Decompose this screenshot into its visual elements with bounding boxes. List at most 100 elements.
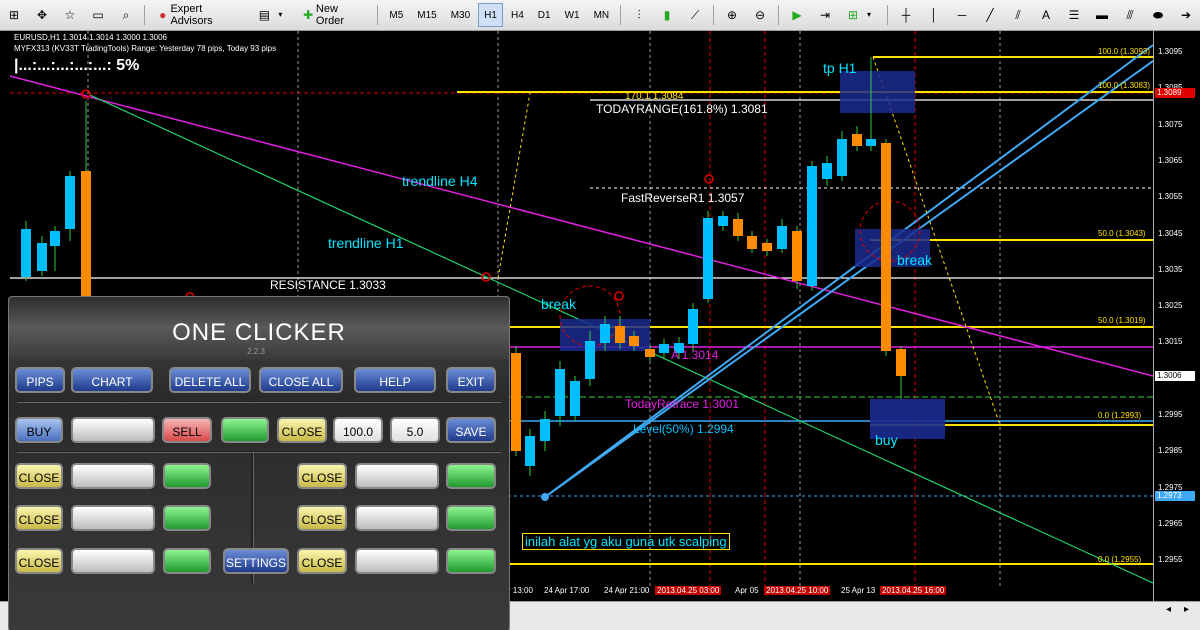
time-tick-label: 25 Apr 13 xyxy=(841,586,876,595)
one-clicker-title: ONE CLICKER xyxy=(172,319,346,346)
exit-button[interactable]: EXIT xyxy=(446,367,496,393)
new-chart-icon: ⊞ xyxy=(8,8,20,22)
timeframe-w1-button[interactable]: W1 xyxy=(559,3,586,27)
new-order-button[interactable]: ✚ New Order xyxy=(295,3,372,27)
chart-shift-button[interactable]: ⇥ xyxy=(812,3,838,27)
price-tick-label: 1.3065 xyxy=(1158,155,1183,165)
line-chart-button[interactable]: ⟋ xyxy=(682,3,708,27)
candle-body xyxy=(645,349,655,357)
anchor-point xyxy=(541,493,549,501)
timeframe-m5-button[interactable]: M5 xyxy=(383,3,409,27)
vertical-line-button[interactable]: │ xyxy=(921,3,947,27)
ellipse-button[interactable]: ⬬ xyxy=(1145,3,1171,27)
timeframe-mn-button[interactable]: MN xyxy=(588,3,616,27)
close-order-button-6[interactable]: CLOSE xyxy=(297,548,347,574)
expert-advisors-icon: ● xyxy=(159,8,167,22)
price-tick-label: 1.2995 xyxy=(1158,410,1183,419)
sell-button[interactable]: SELL xyxy=(162,417,212,443)
price-tick-label: 1.3015 xyxy=(1158,337,1183,347)
order-display-5 xyxy=(355,505,439,531)
timeframe-d1-button[interactable]: D1 xyxy=(532,3,557,27)
timeframe-h1-button[interactable]: H1 xyxy=(478,3,503,27)
candle-body xyxy=(881,143,891,351)
zone-box-top xyxy=(840,71,915,113)
todayretrace-label: TodayRetrace 1.3001 xyxy=(625,397,740,411)
order-display-2 xyxy=(71,505,155,531)
zoom-out-icon: ⊖ xyxy=(755,8,766,22)
candle-chart-button[interactable]: ▮ xyxy=(654,3,680,27)
time-tick-label: 2013.04.25 03:00 xyxy=(655,586,722,595)
buy-button[interactable]: BUY xyxy=(15,417,63,443)
fib-level-label: 100.0 (1.3093) xyxy=(1098,47,1151,56)
price-tag-red: 1.3089 xyxy=(1155,88,1195,98)
candle-body xyxy=(837,139,847,176)
timeframe-m15-button[interactable]: M15 xyxy=(411,3,442,27)
pips-button[interactable]: PIPS xyxy=(15,367,65,393)
candle-body xyxy=(570,381,580,416)
candle-body xyxy=(81,171,91,301)
text-button[interactable]: A xyxy=(1033,3,1059,27)
save-button[interactable]: SAVE xyxy=(446,417,496,443)
channel-button[interactable]: ⫽ xyxy=(1005,3,1031,27)
auto-scroll-button[interactable]: ▶ xyxy=(784,3,810,27)
delete-all-button[interactable]: DELETE ALL xyxy=(169,367,251,393)
pivot-label: A 1.3014 xyxy=(671,348,719,362)
close-order-button-1[interactable]: CLOSE xyxy=(15,463,63,489)
price-tick-label: 1.3025 xyxy=(1158,301,1183,311)
settings-button[interactable]: SETTINGS xyxy=(223,548,289,574)
close-order-button-2[interactable]: CLOSE xyxy=(15,505,63,531)
arrow-icon: ➔ xyxy=(1180,8,1192,22)
order-indicator-2 xyxy=(163,505,211,531)
candle-body xyxy=(733,219,743,236)
close-order-button-4[interactable]: CLOSE xyxy=(297,463,347,489)
chart-header-symbol: EURUSD,H1 1.3014 1.3014 1.3000 1.3006 xyxy=(14,33,167,42)
price-tick-label: 1.3045 xyxy=(1158,228,1183,238)
candle-body xyxy=(525,436,535,466)
price-tick-label: 1.3075 xyxy=(1158,119,1183,129)
fractal-marker xyxy=(614,291,624,301)
one-clicker-version: 2.2.3 xyxy=(247,347,265,356)
horizontal-line-button[interactable]: ─ xyxy=(949,3,975,27)
market-watch-button[interactable]: ☆ xyxy=(57,3,83,27)
order-display-6 xyxy=(355,548,439,574)
close-order-button-5[interactable]: CLOSE xyxy=(297,505,347,531)
trendline-button[interactable]: ╱ xyxy=(977,3,1003,27)
data-window-button[interactable]: ⌕ xyxy=(113,3,139,27)
fibonacci-button[interactable]: ☰ xyxy=(1061,3,1087,27)
help-button[interactable]: HELP xyxy=(354,367,436,393)
zoom-in-icon: ⊕ xyxy=(727,8,738,22)
lines-button[interactable]: ⫻ xyxy=(1117,3,1143,27)
close-button-main[interactable]: CLOSE xyxy=(277,417,327,443)
rectangle-button[interactable]: ▬ xyxy=(1089,3,1115,27)
trendline-h4-label: trendline H4 xyxy=(402,173,478,189)
panel-divider xyxy=(17,451,501,453)
channel-icon: ⫽ xyxy=(1015,8,1021,22)
scroll-right-icon[interactable]: ▸ xyxy=(1184,604,1189,615)
new-chart-button[interactable]: ⊞ xyxy=(1,3,27,27)
crosshair-button[interactable]: ┼ xyxy=(893,3,919,27)
profiles-button[interactable]: ✥ xyxy=(29,3,55,27)
fib-level-label: 50.0 (1.3019) xyxy=(1098,316,1146,325)
buy-label: buy xyxy=(875,432,898,448)
timeframe-m30-button[interactable]: M30 xyxy=(445,3,476,27)
zoom-in-button[interactable]: ⊕ xyxy=(719,3,745,27)
lot-size-input[interactable]: 100.0 xyxy=(333,417,383,443)
close-all-button[interactable]: CLOSE ALL xyxy=(259,367,343,393)
chart-windows-button[interactable]: ▤ ▾ xyxy=(251,3,293,27)
arrow-button[interactable]: ➔ xyxy=(1173,3,1199,27)
sell-indicator xyxy=(221,417,269,443)
rectangle-icon: ▬ xyxy=(1096,8,1108,22)
chart-button[interactable]: CHART xyxy=(71,367,153,393)
horizontal-line-icon: ─ xyxy=(957,8,967,22)
order-indicator-6 xyxy=(446,548,496,574)
bar-chart-button[interactable]: ⫶ xyxy=(626,3,652,27)
zoom-out-button[interactable]: ⊖ xyxy=(747,3,773,27)
timeframe-h4-button[interactable]: H4 xyxy=(505,3,530,27)
close-order-button-3[interactable]: CLOSE xyxy=(15,548,63,574)
expert-advisors-button[interactable]: ● Expert Advisors xyxy=(150,3,249,27)
scroll-left-icon[interactable]: ◂ xyxy=(1166,604,1171,615)
navigator-button[interactable]: ▭ xyxy=(85,3,111,27)
pips-input[interactable]: 5.0 xyxy=(390,417,440,443)
chevron-down-icon: ▾ xyxy=(867,10,872,19)
indicators-button[interactable]: ⊞ ▾ xyxy=(840,3,882,27)
